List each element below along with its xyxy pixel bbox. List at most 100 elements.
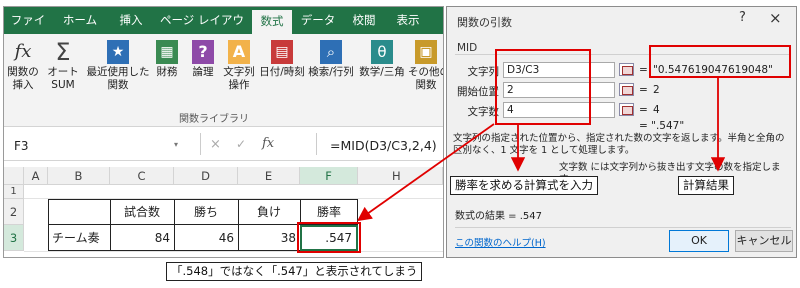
cell-b3[interactable]: チーム奏 [48,225,110,251]
financial-icon: ▦ [156,40,178,64]
collapse-dialog-icon[interactable] [619,103,634,116]
text-functions-button[interactable]: A 文字列 操作 [222,40,256,92]
confirm-entry-icon[interactable]: ✓ [236,137,246,151]
formula-preview-result: = ".547" [639,120,685,132]
formula-bar-divider [200,133,201,155]
math-trig-label: 数学/三角 [359,66,405,78]
cell-e3[interactable]: 38 [238,225,300,251]
lookup-icon: ⌕ [320,40,342,64]
insert-function-fx-icon[interactable]: fx [262,136,274,151]
lookup-reference-button[interactable]: ⌕ 検索/行列 [306,40,356,79]
bottom-note-callout: 「.548」ではなく「.547」と表示されてしまう [166,262,423,281]
more-functions-label: その他の 関数 [408,66,443,91]
collapse-dialog-icon[interactable] [619,63,634,76]
tab-insert[interactable]: 挿入 [114,7,148,34]
cell-c3[interactable]: 84 [110,225,174,251]
name-box-dropdown-icon[interactable]: ▾ [174,140,178,149]
dialog-title: 関数の引数 [457,16,512,29]
tab-review[interactable]: 校閲 [344,7,384,34]
help-icon[interactable]: ? [739,10,746,25]
more-functions-button[interactable]: ▣ その他の 関数 [408,40,443,92]
column-header-c[interactable]: C [110,167,174,185]
arg-equals: = [639,104,648,116]
tab-page-layout[interactable]: ページ レイアウト [156,7,248,54]
excel-window: ファイル ホーム 挿入 ページ レイアウト 数式 データ 校閲 表示 fx 関数… [3,6,444,258]
row-header-1[interactable]: 1 [4,185,24,199]
result-cell-highlight [297,222,361,253]
recent-functions-label: 最近使用した 関数 [86,66,150,91]
autosum-button[interactable]: Σ オート SUM [44,40,82,92]
tab-view[interactable]: 表示 [388,7,428,34]
function-help-link[interactable]: この関数のヘルプ(H) [455,235,546,249]
more-functions-icon: ▣ [415,40,437,64]
financial-label: 財務 [156,66,178,78]
function-description: 文字列の指定された位置から、指定された数の文字を返します。半角と全角の区別なく、… [453,133,785,156]
ribbon: fx 関数の 挿入 Σ オート SUM ★ 最近使用した 関数 ▦ 財務 ? 論… [4,34,443,127]
column-header-b[interactable]: B [48,167,110,185]
cell-c2[interactable]: 試合数 [110,199,174,225]
select-all-corner[interactable] [4,167,24,185]
tab-formulas[interactable]: 数式 [252,10,292,34]
cancel-entry-icon[interactable]: × [210,137,221,152]
date-time-button[interactable]: ▤ 日付/時刻 [258,40,306,79]
arg-result-num-chars: 4 [653,104,660,116]
recent-functions-button[interactable]: ★ 最近使用した 関数 [86,40,150,92]
autosum-label: オート SUM [47,66,79,91]
ok-button[interactable]: OK [669,230,729,252]
row-header-3[interactable]: 3 [4,225,24,251]
result-highlight [649,45,791,78]
close-icon[interactable]: × [769,9,782,27]
date-time-icon: ▤ [271,40,293,64]
function-arguments-dialog: 関数の引数 ? × MID 文字列 D3/C3 = "0.54761904761… [446,6,797,258]
logical-button[interactable]: ? 論理 [188,40,218,79]
column-header-a[interactable]: A [24,167,48,185]
result-callout: 計算結果 [678,176,734,195]
column-header-f[interactable]: F [300,167,358,185]
ribbon-tab-bar: ファイル ホーム 挿入 ページ レイアウト 数式 データ 校閲 表示 [4,7,443,54]
name-box[interactable]: F3 [10,136,160,156]
tab-file[interactable]: ファイル [8,7,48,54]
formula-bar-divider-2 [316,133,317,155]
function-name: MID [457,42,478,54]
arg-label-start: 開始位置 [457,86,499,98]
text-functions-label: 文字列 操作 [223,66,255,91]
text-icon: A [228,40,250,64]
autosum-icon: Σ [55,38,71,66]
arg-label-num-chars: 文字数 [467,106,500,118]
logical-label: 論理 [192,66,214,78]
tab-data[interactable]: データ [298,7,338,34]
insert-function-button[interactable]: fx 関数の 挿入 [6,40,40,92]
arg-equals: = [639,84,648,96]
formula-callout: 勝率を求める計算式を入力 [450,176,598,195]
row-header-2[interactable]: 2 [4,199,24,225]
formula-input[interactable]: =MID(D3/C3,2,4) [330,136,437,156]
dialog-divider [455,227,791,228]
formula-bar: F3 ▾ × ✓ fx =MID(D3/C3,2,4) [4,128,443,161]
worksheet-grid: A B C D E F H 1 2 3 試合数 勝ち 負け 勝率 チーム奏 84… [4,167,443,257]
lookup-reference-label: 検索/行列 [308,66,354,78]
recent-functions-icon: ★ [107,40,129,64]
cell-e2[interactable]: 負け [238,199,300,225]
math-trig-button[interactable]: θ 数学/三角 [358,40,406,79]
cancel-button[interactable]: キャンセル [735,230,793,252]
financial-button[interactable]: ▦ 財務 [152,40,182,79]
column-header-e[interactable]: E [238,167,300,185]
arg-result-start: 2 [653,84,660,96]
gridline [24,251,443,252]
tab-home[interactable]: ホーム [60,7,100,34]
math-trig-icon: θ [371,40,393,64]
cell-d3[interactable]: 46 [174,225,238,251]
column-header-h[interactable]: H [358,167,443,185]
collapse-dialog-icon[interactable] [619,83,634,96]
arg-label-text: 文字列 [467,66,500,78]
column-header-d[interactable]: D [174,167,238,185]
insert-function-icon: fx [14,41,32,62]
date-time-label: 日付/時刻 [259,66,305,78]
arg-equals: = [639,64,648,76]
function-library-group-label: 関数ライブラリ [179,114,249,125]
formula-result: 数式の結果 = .547 [455,211,543,222]
cell-d2[interactable]: 勝ち [174,199,238,225]
arguments-highlight [495,49,591,125]
insert-function-label: 関数の 挿入 [7,66,39,91]
logical-icon: ? [192,40,214,64]
